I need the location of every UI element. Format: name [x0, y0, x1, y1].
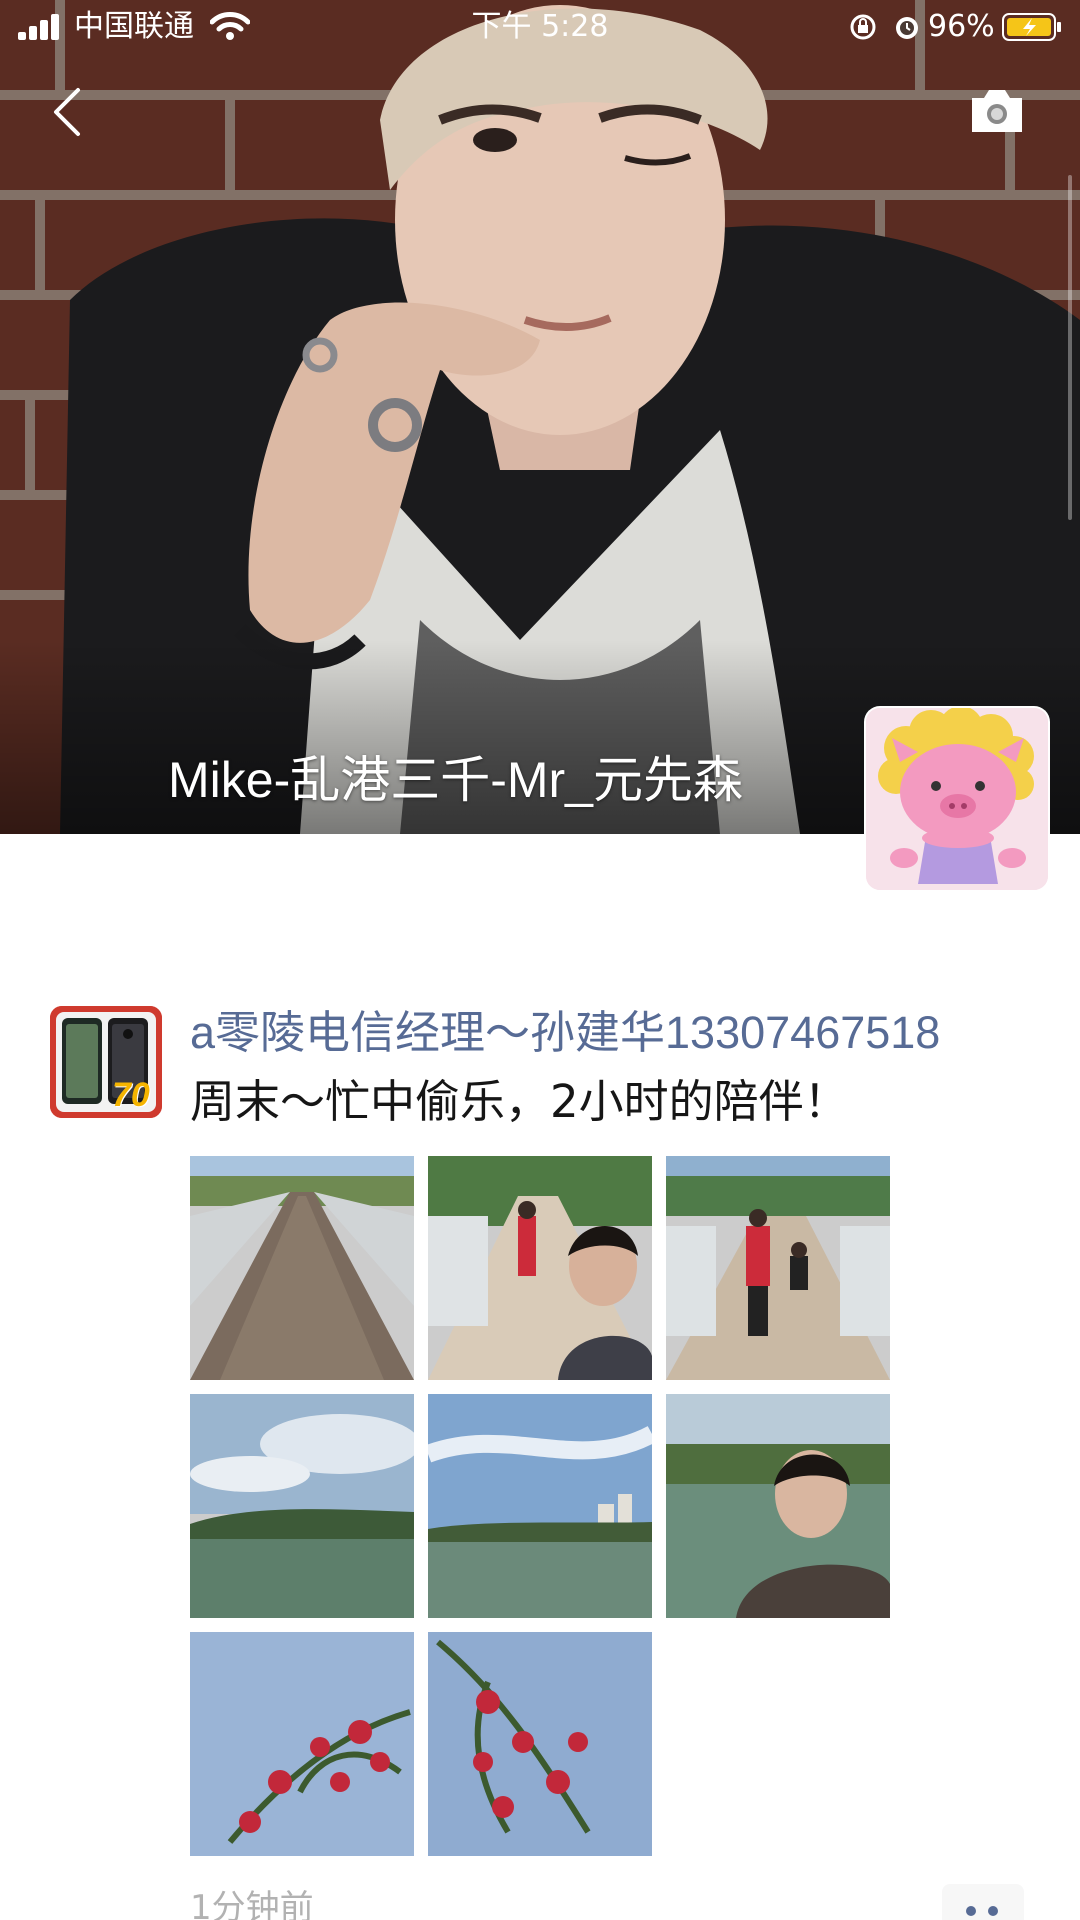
selfie-river-photo	[666, 1394, 890, 1618]
avatar-badge: 70	[112, 1076, 150, 1114]
profile-name: Mike-乱港三千-Mr_元先森	[168, 752, 743, 808]
flower-branch-photo	[428, 1632, 652, 1856]
camera-button[interactable]	[968, 86, 1026, 136]
moments-screen: 中国联通 下午 5:28 96% Mike-乱港三千-Mr_元先森 70 a零陵…	[0, 0, 1080, 1920]
profile-avatar[interactable]	[866, 708, 1048, 890]
post-photo[interactable]	[428, 1156, 652, 1380]
post-photo[interactable]	[190, 1632, 414, 1856]
battery-charging-icon	[1002, 13, 1061, 41]
river-photo	[190, 1394, 414, 1618]
status-bar: 中国联通 下午 5:28 96%	[0, 0, 1080, 54]
bridge-photo	[190, 1156, 414, 1380]
post-photo[interactable]	[190, 1156, 414, 1380]
post-author-name[interactable]: a零陵电信经理～孙建华13307467518	[190, 1006, 940, 1060]
river-city-photo	[428, 1394, 652, 1618]
post-photo[interactable]	[666, 1156, 890, 1380]
chevron-left-icon	[54, 88, 80, 136]
battery-percent: 96%	[928, 9, 995, 44]
dot-icon	[988, 1906, 998, 1916]
pig-avatar-image	[866, 708, 1048, 890]
selfie-bridge-photo	[428, 1156, 652, 1380]
camera-icon	[972, 90, 1022, 132]
post-author-avatar[interactable]: 70	[50, 1006, 162, 1118]
more-actions-button[interactable]	[942, 1884, 1024, 1920]
scroll-indicator	[1068, 175, 1072, 520]
dot-icon	[966, 1906, 976, 1916]
post-photo[interactable]	[428, 1632, 652, 1856]
post-photo[interactable]	[428, 1394, 652, 1618]
flower-tree-photo	[190, 1632, 414, 1856]
family-bridge-photo	[666, 1156, 890, 1380]
post-photo[interactable]	[666, 1394, 890, 1618]
post-timestamp: 1分钟前	[190, 1888, 314, 1920]
post-text: 周末～忙中偷乐，2小时的陪伴！	[190, 1075, 849, 1128]
post-photo[interactable]	[190, 1394, 414, 1618]
rotation-lock-icon	[850, 14, 876, 40]
back-button[interactable]	[44, 84, 94, 140]
alarm-icon	[896, 17, 918, 39]
